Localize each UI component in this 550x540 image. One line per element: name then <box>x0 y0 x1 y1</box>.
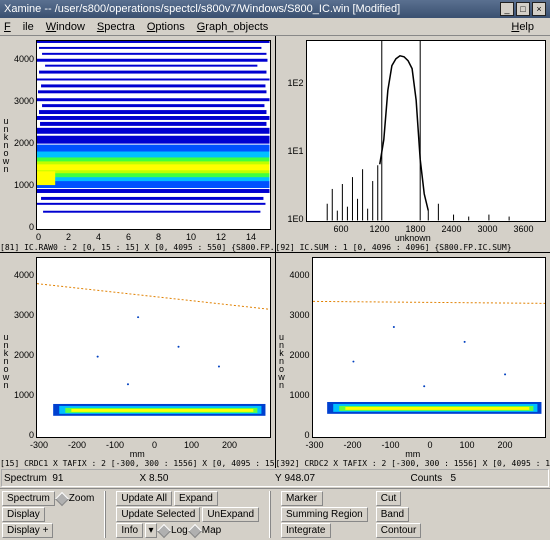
band-button[interactable]: Band <box>376 507 409 522</box>
menu-spectra[interactable]: Spectra <box>97 21 135 33</box>
update-selected-button[interactable]: Update Selected <box>116 507 200 522</box>
scatter2-svg <box>313 258 546 438</box>
status-spectrum-value: 91 <box>52 473 63 484</box>
diamond-icon <box>188 523 202 537</box>
minimize-button[interactable]: _ <box>500 2 514 16</box>
menu-options[interactable]: Options <box>147 21 185 33</box>
pane-bottom-right[interactable]: unknown 0 1000 2000 3000 4000 -300 -200 … <box>276 253 550 469</box>
status-counts-value: 5 <box>451 473 457 484</box>
diamond-icon <box>157 523 171 537</box>
info-button[interactable]: Info <box>116 523 143 538</box>
log-svg <box>307 41 546 221</box>
plot-caption: [15] CRDC1 X TAFIX : 2 [-300, 300 : 1556… <box>0 459 275 468</box>
cut-button[interactable]: Cut <box>376 491 402 506</box>
status-y-value: 948.07 <box>284 473 315 484</box>
xlabel: mm <box>405 449 420 459</box>
pane-top-left[interactable]: unknown 0 1000 2000 3000 4000 0 2 4 6 8 … <box>0 36 275 252</box>
diamond-icon <box>55 491 69 505</box>
status-y-label: Y <box>275 473 282 484</box>
unexpand-button[interactable]: UnExpand <box>202 507 259 522</box>
pane-bottom-left[interactable]: unknown 0 1000 2000 3000 4000 -300 -200 … <box>0 253 275 469</box>
close-button[interactable]: × <box>532 2 546 16</box>
update-all-button[interactable]: Update All <box>116 491 172 506</box>
xlabel: mm <box>130 449 145 459</box>
info-dropdown-icon[interactable]: ▾ <box>145 523 157 538</box>
status-bar: Spectrum 91 X 8.50 Y 948.07 Counts 5 <box>1 469 549 487</box>
ylabel: unknown <box>277 332 287 388</box>
status-x-label: X <box>140 473 147 484</box>
menu-graph-objects[interactable]: Graph_objects <box>197 21 269 33</box>
scatter1-svg <box>37 258 270 438</box>
status-counts-label: Counts <box>411 473 443 484</box>
contour-button[interactable]: Contour <box>376 523 422 538</box>
log-toggle[interactable]: Log <box>159 525 188 536</box>
menu-file[interactable]: File <box>4 21 34 33</box>
window-title: Xamine -- /user/s800/operations/spectcl/… <box>4 3 400 15</box>
map-toggle[interactable]: Map <box>190 525 221 536</box>
heatmap-svg <box>37 41 270 229</box>
plot-scatter-2 <box>312 257 547 439</box>
menu-bar: File Window Spectra Options Graph_object… <box>0 18 550 36</box>
plot-caption: [392] CRDC2 X TAFIX : 2 [-300, 300 : 155… <box>276 459 550 468</box>
title-bar: Xamine -- /user/s800/operations/spectcl/… <box>0 0 550 18</box>
expand-button[interactable]: Expand <box>174 491 218 506</box>
maximize-button[interactable]: □ <box>516 2 530 16</box>
zoom-toggle[interactable]: Zoom <box>57 493 95 504</box>
marker-button[interactable]: Marker <box>281 491 323 506</box>
plot-log <box>306 40 547 222</box>
display-plus-button[interactable]: Display + <box>2 523 53 538</box>
xlabel: unknown <box>395 233 431 243</box>
pane-top-right[interactable]: 1E0 1E1 1E2 600 1200 1800 2400 3000 3600… <box>276 36 550 252</box>
plot-heatmap <box>36 40 271 230</box>
menu-help[interactable]: Help <box>511 21 534 33</box>
summing-region-button[interactable]: Summing Region <box>281 507 368 522</box>
ylabel: unknown <box>1 332 11 388</box>
spectrum-button[interactable]: Spectrum <box>2 491 55 506</box>
plot-scatter-1 <box>36 257 271 439</box>
status-x-value: 8.50 <box>149 473 168 484</box>
display-button[interactable]: Display <box>2 507 45 522</box>
integrate-button[interactable]: Integrate <box>281 523 330 538</box>
menu-window[interactable]: Window <box>46 21 85 33</box>
status-spectrum-label: Spectrum <box>4 473 47 484</box>
plot-caption: [92] IC.SUM : 1 [0, 4096 : 4096] {S800.F… <box>276 243 550 252</box>
plot-caption: [81] IC.RAW0 : 2 [0, 15 : 15] X [0, 4095… <box>0 243 275 252</box>
control-panel: Spectrum Zoom Display Display + Update A… <box>0 488 550 540</box>
plot-grid: unknown 0 1000 2000 3000 4000 0 2 4 6 8 … <box>0 36 550 468</box>
